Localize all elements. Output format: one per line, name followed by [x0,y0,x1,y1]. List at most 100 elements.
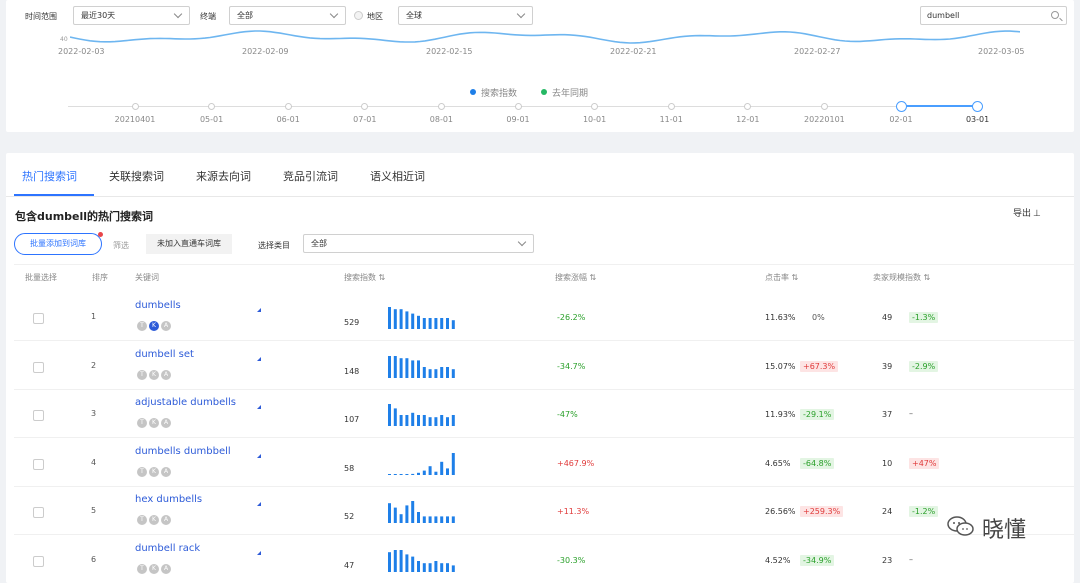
seller-scale-value: 23 [882,556,893,565]
sparkline-bar [440,461,444,475]
expand-triangle-icon[interactable] [257,356,261,361]
batch-add-button[interactable]: 批量添加到词库 [14,233,102,255]
keyword-badge[interactable]: A [161,515,171,526]
row-checkbox[interactable] [33,556,44,567]
sparkline-bar [451,565,455,572]
keyword-link[interactable]: hex dumbells [135,494,202,505]
legend-item-search-index[interactable]: 搜索指数 [470,86,517,99]
row-divider [14,340,1074,341]
timeline-node[interactable] [514,103,522,110]
row-checkbox[interactable] [33,361,44,373]
sparkline-bar [411,359,415,378]
legend-dot [541,89,547,95]
keyword-badge[interactable]: K [149,418,159,429]
sparkline-bar [428,516,432,524]
sparkline-bar [434,561,438,572]
keyword-badge[interactable]: T [137,369,147,380]
search-input[interactable]: dumbell [920,6,1067,25]
sparkline-bar [399,514,403,524]
chevron-down-icon [516,9,526,19]
terminal-select[interactable]: 全部 [229,6,346,25]
export-button[interactable]: 导出 ⊥ [1013,206,1041,219]
keyword-link[interactable]: adjustable dumbells [135,397,236,408]
chevron-down-icon [329,9,339,19]
timeline-node[interactable] [820,103,828,110]
watermark-text: 晓懂 [982,518,1027,543]
sparkline-bar [399,415,403,427]
timeline-label: 03-01 [965,115,990,124]
tab-source-destination[interactable]: 来源去向词 [196,168,251,184]
row-checkbox[interactable] [33,507,44,519]
search-icon[interactable] [1051,11,1059,19]
sparkline-bar [446,318,449,329]
timeline-label: 07-01 [353,115,377,124]
keyword-badge[interactable]: K [149,466,159,477]
keyword-link[interactable]: dumbell set [135,349,194,360]
keyword-badge[interactable]: A [161,564,171,574]
tab-related-search[interactable]: 关联搜索词 [109,168,164,184]
row-checkbox[interactable] [33,313,44,324]
keyword-badge[interactable]: T [137,418,147,429]
expand-triangle-icon[interactable] [257,551,261,555]
search-growth-value: -34.7% [557,361,586,371]
tab-semantic-similar[interactable]: 语义相近词 [370,168,425,184]
keyword-badge[interactable]: K [149,564,159,574]
tab-competitor-traffic[interactable]: 竞品引流词 [283,168,338,184]
keyword-badge[interactable]: K [149,515,159,526]
col-header-search-index[interactable]: 搜索指数 ⇅ [344,272,385,283]
keyword-badge[interactable]: T [137,321,147,331]
tab-hot-search[interactable]: 热门搜索词 [22,168,77,184]
timeline-node[interactable] [895,101,907,112]
search-index-sparkline [388,404,455,427]
timeline-node[interactable] [667,103,675,110]
col-header-keyword: 关键词 [135,273,159,282]
legend-label: 去年同期 [552,89,589,99]
timeline-selected-range[interactable] [902,105,978,107]
keyword-link[interactable]: dumbells dumbbell [135,446,231,457]
keyword-link[interactable]: dumbell rack [135,543,200,554]
expand-triangle-icon[interactable] [257,453,261,458]
sparkline-bar [393,473,397,475]
search-growth-value: +11.3% [557,507,590,517]
category-select[interactable]: 全部 [303,234,534,253]
keyword-badge[interactable]: T [137,515,147,526]
x-tick: 2022-02-21 [610,47,657,56]
filter-chip-not-added[interactable]: 未加入直通车词库 [146,234,232,254]
ctr-change-chip: +259.3% [800,506,844,518]
row-checkbox[interactable] [33,458,44,470]
sparkline-bar [451,516,455,524]
timeline-node[interactable] [437,103,445,110]
expand-triangle-icon[interactable] [257,405,261,410]
timeline-label: 10-01 [582,115,607,124]
timeline-node[interactable] [131,103,139,110]
x-tick: 2022-03-05 [978,47,1025,56]
tab-divider [6,196,1074,197]
legend-item-last-year[interactable]: 去年同期 [541,86,588,99]
keyword-badge[interactable]: T [137,466,147,477]
keyword-badge[interactable]: A [161,321,171,331]
col-header-seller-scale[interactable]: 卖家规模指数 ⇅ [873,272,930,283]
timeline-track[interactable] [68,106,978,107]
col-header-search-growth[interactable]: 搜索涨幅 ⇅ [555,272,596,283]
keyword-badge[interactable]: K [149,369,159,380]
row-rank: 4 [91,457,97,467]
region-select[interactable]: 全球 [398,6,533,25]
expand-triangle-icon[interactable] [257,308,261,312]
ctr-value: 15.07% [765,361,796,371]
timeline-node[interactable] [284,103,292,110]
x-tick: 2022-02-03 [58,47,105,56]
keyword-link[interactable]: dumbells [135,300,181,311]
time-range-select[interactable]: 最近30天 [73,6,190,25]
sparkline-bar [393,309,397,329]
expand-triangle-icon[interactable] [257,502,261,507]
keyword-badge[interactable]: A [161,418,171,429]
keyword-badge[interactable]: T [137,564,147,574]
col-header-ctr[interactable]: 点击率 ⇅ [765,272,798,283]
keyword-badge[interactable]: A [161,369,171,380]
keyword-badge[interactable]: K [149,321,159,331]
timeline-label: 02-01 [889,115,913,124]
row-checkbox[interactable] [33,410,44,422]
region-radio[interactable] [354,11,363,20]
sparkline-bar [405,311,409,329]
keyword-badge[interactable]: A [161,466,171,477]
